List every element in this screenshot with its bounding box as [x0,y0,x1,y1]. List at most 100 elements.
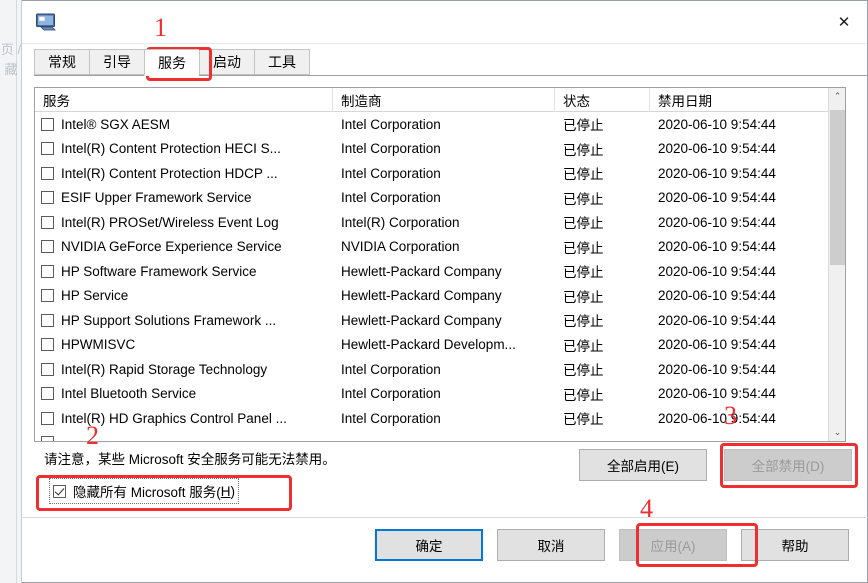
scrollbar-thumb[interactable] [830,110,845,265]
checkbox-icon[interactable] [41,411,54,425]
checkbox-icon[interactable] [41,313,54,327]
tab-bar: 常规 引导 服务 启动 工具 [34,49,867,76]
cell-manufacturer: Hewlett-Packard Company [341,263,502,279]
checkbox-icon[interactable] [41,142,54,156]
cell-status: 已停止 [563,142,604,158]
table-row[interactable]: NVIDIA GeForce Experience Service NVIDIA … [35,235,845,260]
service-name: HPWMISVC [61,337,136,353]
table-row[interactable]: HP Service Hewlett-Packard Company 已停止 2020… [35,284,845,309]
footer-divider [22,517,868,518]
cell-disabled-date: 2020-06-10 9:54:44 [658,288,776,304]
cell-manufacturer: Intel Corporation [341,386,441,402]
service-name: NVIDIA GeForce Experience Service [61,239,282,255]
close-icon[interactable]: ✕ [821,1,867,43]
table-row[interactable]: Intel(R) HD Graphics Control Panel ... In… [35,406,845,431]
cell-manufacturer: Intel Corporation [341,410,441,426]
table-body: Intel® SGX AESM Intel Corporation 已停止 2020-… [35,112,845,442]
cell-manufacturer: Intel(R) Corporation [341,214,460,230]
cell-manufacturer: Intel Corporation [341,165,441,181]
help-button[interactable]: 帮助 [741,529,849,561]
tab-general[interactable]: 常规 [34,49,89,75]
cell-disabled-date: 2020-06-10 9:54:44 [658,312,776,328]
checkbox-icon[interactable] [53,484,66,498]
cell-status: 已停止 [563,240,604,256]
table-row[interactable]: ESIF Upper Framework Service Intel Corpor… [35,186,845,211]
checkbox-icon[interactable] [41,387,54,401]
vertical-scrollbar[interactable]: ⌃ ⌄ [828,88,845,441]
table-row[interactable]: Intel(R) PROSet/Wireless Event Log Intel(… [35,210,845,235]
checkbox-icon[interactable] [41,264,54,278]
cell-disabled-date: 2020-06-10 9:54:44 [658,214,776,230]
cell-manufacturer: NVIDIA Corporation [341,239,460,255]
checkbox-icon[interactable] [41,436,54,441]
service-name: ESIF Upper Framework Service [61,190,252,206]
ok-button[interactable]: 确定 [375,529,483,561]
enable-all-button[interactable]: 全部启用(E) [579,449,707,481]
cell-status: 已停止 [563,412,604,428]
service-name: Intel(R) HD Graphics Control Panel ... [61,410,287,426]
cell-service: ESIF Upper Framework Service [35,186,333,211]
table-row[interactable]: Intel Bluetooth Service Intel Corporation… [35,382,845,407]
table-row[interactable]: Intel® SGX AESM Intel Corporation 已停止 2020-… [35,112,845,137]
cell-service: Intel(R) HD Graphics Control Panel ... [35,406,333,431]
table-row[interactable]: HP Support Solutions Framework ... Hewlet… [35,308,845,333]
cell-service: Intel(R) Content Protection HDCP ... [35,161,333,186]
cell-manufacturer: Intel Corporation [341,361,441,377]
scroll-down-icon[interactable]: ⌄ [829,424,845,441]
checkbox-icon[interactable] [41,362,54,376]
cell-status: 已停止 [563,363,604,379]
title-bar: ✕ [22,1,867,44]
checkbox-icon[interactable] [41,191,54,205]
tab-startup[interactable]: 启动 [199,49,254,75]
background-window-text: 页 / 藏 [0,42,22,77]
cell-service: Intel® SGX AESM [35,112,333,137]
service-name: Intel(R) Content Protection HECI S... [61,141,281,157]
cell-disabled-date: 2020-06-10 9:54:44 [658,361,776,377]
checkbox-icon[interactable] [41,215,54,229]
cell-disabled-date: 2020-06-10 9:54:44 [658,386,776,402]
service-name: Intel® SGX AESM [61,116,170,132]
cell-status: 已停止 [563,191,604,207]
cell-manufacturer: Hewlett-Packard Developm... [341,337,516,353]
scroll-up-icon[interactable]: ⌃ [829,88,845,105]
annotation-number-4: 4 [640,494,653,523]
checkbox-icon[interactable] [41,240,54,254]
table-row[interactable]: Intel(R) Content Protection HECI S... Int… [35,137,845,162]
cell-service: HP Software Framework Service [35,259,333,284]
cell-manufacturer: Intel Corporation [341,141,441,157]
table-row[interactable]: Intel(R) Rapid Storage Technology Intel C… [35,357,845,382]
checkbox-icon[interactable] [41,289,54,303]
column-header-status[interactable]: 状态 [555,88,650,112]
cell-manufacturer [333,431,555,442]
cell-disabled-date: 2020-06-10 9:54:44 [658,410,776,426]
checkbox-icon[interactable] [41,117,54,131]
column-header-service[interactable]: 服务 [35,88,333,112]
table-row[interactable] [35,431,845,442]
column-header-manufacturer[interactable]: 制造商 [333,88,555,112]
cell-service [35,431,333,441]
table-row[interactable]: Intel(R) Content Protection HDCP ... Inte… [35,161,845,186]
service-name: HP Software Framework Service [61,263,257,279]
service-name: HP Service [61,288,129,304]
cell-disabled-date: 2020-06-10 9:54:44 [658,239,776,255]
cell-manufacturer: Hewlett-Packard Company [341,288,502,304]
checkbox-icon[interactable] [41,166,54,180]
system-configuration-icon [34,10,58,34]
service-name: Intel(R) Rapid Storage Technology [61,361,268,377]
column-header-disabled-date[interactable]: 禁用日期 [650,88,830,112]
tab-services[interactable]: 服务 [144,49,199,76]
table-row[interactable]: HPWMISVC Hewlett-Packard Developm... 已停止 20… [35,333,845,358]
cell-disabled-date: 2020-06-10 9:54:44 [658,337,776,353]
cell-disabled-date: 2020-06-10 9:54:44 [658,116,776,132]
apply-button: 应用(A) [619,529,727,561]
cancel-button[interactable]: 取消 [497,529,605,561]
checkbox-icon[interactable] [41,338,54,352]
service-name: HP Support Solutions Framework ... [61,312,277,328]
table-row[interactable]: HP Software Framework Service Hewlett-Pac… [35,259,845,284]
cell-status: 已停止 [563,338,604,354]
cell-service: Intel(R) Rapid Storage Technology [35,357,333,382]
hide-all-microsoft-services-checkbox[interactable]: 隐藏所有 Microsoft 服务(H) [48,478,240,504]
tab-boot[interactable]: 引导 [89,49,144,75]
tab-tools[interactable]: 工具 [254,49,310,75]
cell-service: HPWMISVC [35,333,333,358]
